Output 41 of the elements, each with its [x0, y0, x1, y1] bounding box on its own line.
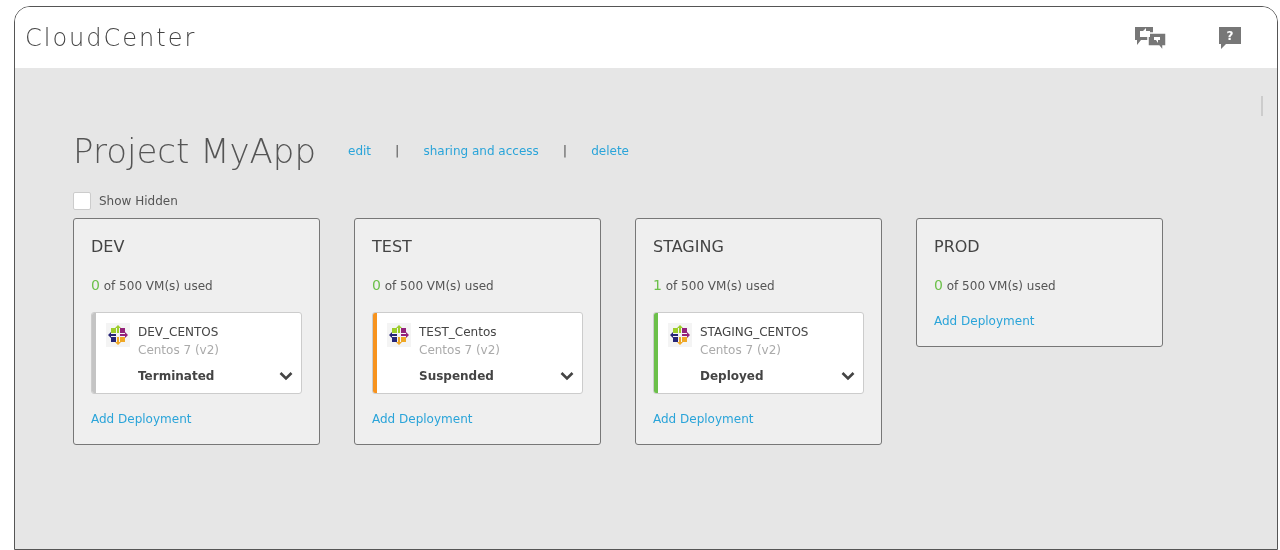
checkbox[interactable]: [73, 192, 91, 210]
usage-text: 0 of 500 VM(s) used: [934, 276, 1057, 295]
deployment-name: STAGING_CENTOS: [700, 324, 809, 341]
feedback-icon[interactable]: [1133, 24, 1169, 51]
add-deployment-link[interactable]: Add Deployment: [934, 312, 1035, 330]
deployment-version: Centos 7 (v2): [138, 342, 220, 359]
centos-logo-icon: [106, 323, 130, 347]
deployment-version: Centos 7 (v2): [419, 342, 501, 359]
centos-logo-icon: [387, 323, 411, 347]
usage-text: 0 of 500 VM(s) used: [91, 276, 214, 295]
usage-text: 1 of 500 VM(s) used: [653, 276, 776, 295]
centos-logo-icon: [668, 323, 692, 347]
deployment-card[interactable]: TEST_Centos Centos 7 (v2) Suspended: [372, 312, 583, 394]
project-link[interactable]: delete: [591, 142, 629, 160]
environment-name: TEST: [372, 236, 413, 258]
deployment-name: DEV_CENTOS: [138, 324, 220, 341]
separator: |: [562, 142, 568, 161]
project-title: Project MyApp: [73, 134, 316, 168]
app-title: CloudCenter: [25, 22, 197, 54]
add-deployment-link[interactable]: Add Deployment: [653, 410, 754, 428]
deployment-status: Suspended: [419, 368, 494, 385]
environment-name: PROD: [934, 236, 981, 258]
usage-text: 0 of 500 VM(s) used: [372, 276, 495, 295]
deployment-status: Deployed: [700, 368, 764, 385]
checkbox-label: Show Hidden: [99, 193, 178, 210]
add-deployment-link[interactable]: Add Deployment: [372, 410, 473, 428]
deployment-status: Terminated: [138, 368, 215, 385]
chevron-down-icon[interactable]: [560, 371, 574, 381]
environment-name: STAGING: [653, 236, 725, 258]
deployment-name: TEST_Centos: [419, 324, 498, 341]
project-link[interactable]: edit: [348, 142, 372, 160]
add-deployment-link[interactable]: Add Deployment: [91, 410, 192, 428]
deployment-card[interactable]: DEV_CENTOS Centos 7 (v2) Terminated: [91, 312, 302, 394]
chevron-down-icon[interactable]: [279, 371, 293, 381]
chevron-down-icon[interactable]: [841, 371, 855, 381]
environment-name: DEV: [91, 236, 126, 258]
deployment-version: Centos 7 (v2): [700, 342, 783, 359]
deployment-card[interactable]: STAGING_CENTOS Centos 7 (v2) Deployed: [653, 312, 864, 394]
help-icon[interactable]: ?: [1217, 24, 1243, 51]
project-link[interactable]: sharing and access: [423, 142, 539, 160]
separator: |: [395, 142, 400, 161]
